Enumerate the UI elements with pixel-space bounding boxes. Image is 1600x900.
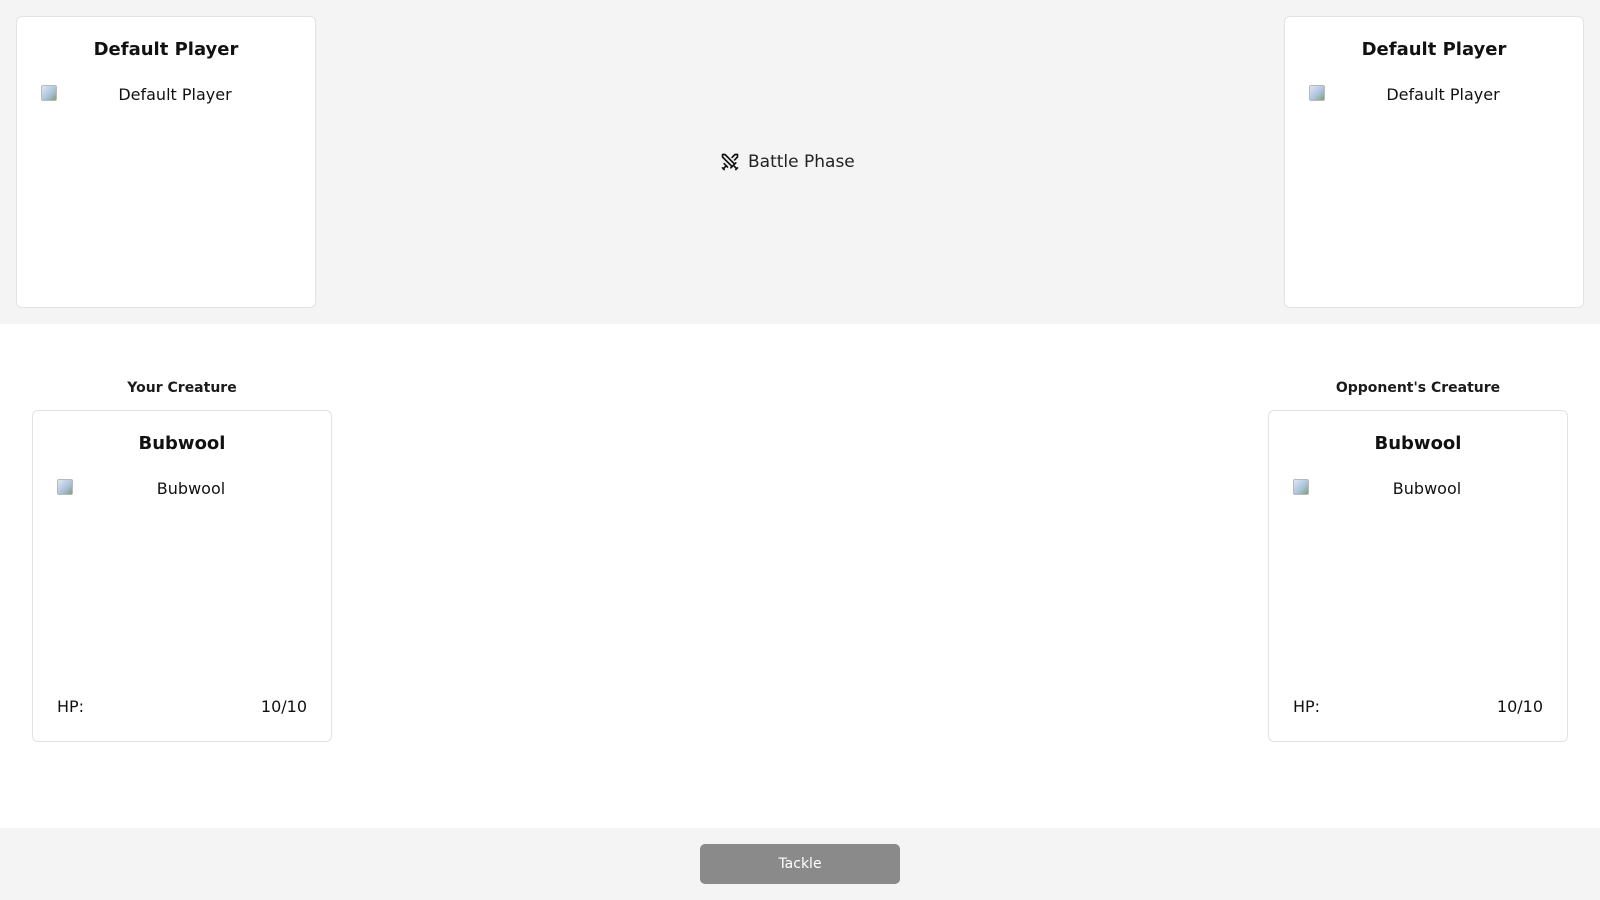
top-bar: Default Player Default Player Battle Pha… (0, 0, 1600, 324)
opponent-creature-image: Bubwool (1293, 479, 1543, 679)
opponent-creature-label: Opponent's Creature (1335, 380, 1501, 396)
action-bar: Tackle (0, 828, 1600, 900)
hp-value: 10/10 (260, 697, 307, 716)
opponent-creature-image-alt: Bubwool (1392, 479, 1462, 498)
your-creature-name: Bubwool (138, 433, 226, 454)
phase-label: Battle Phase (748, 152, 855, 172)
right-player-image-alt: Default Player (1386, 85, 1500, 104)
right-player-card: Default Player Default Player (1284, 16, 1584, 308)
phase-indicator: Battle Phase (720, 150, 900, 174)
broken-image-icon (1293, 479, 1309, 495)
opponent-creature-name: Bubwool (1374, 433, 1462, 454)
opponent-creature-card: Bubwool Bubwool HP: 10/10 (1268, 410, 1568, 742)
left-player-card: Default Player Default Player (16, 16, 316, 308)
your-creature-image-alt: Bubwool (156, 479, 226, 498)
broken-image-icon (1309, 85, 1325, 101)
left-player-image-alt: Default Player (118, 85, 232, 104)
broken-image-icon (41, 85, 57, 101)
left-player-image: Default Player (41, 85, 291, 275)
your-creature-image: Bubwool (57, 479, 307, 679)
crossed-swords-icon (721, 153, 739, 171)
broken-image-icon (57, 479, 73, 495)
your-creature-card: Bubwool Bubwool HP: 10/10 (32, 410, 332, 742)
your-creature-hp: HP: 10/10 (57, 697, 307, 716)
hp-value: 10/10 (1496, 697, 1543, 716)
opponent-creature-hp: HP: 10/10 (1293, 697, 1543, 716)
your-creature-label: Your Creature (127, 380, 237, 396)
hp-label: HP: (1293, 697, 1321, 716)
left-player-name: Default Player (93, 39, 239, 60)
right-player-image: Default Player (1309, 85, 1559, 275)
right-player-name: Default Player (1361, 39, 1507, 60)
hp-label: HP: (57, 697, 85, 716)
tackle-button[interactable]: Tackle (700, 844, 900, 884)
